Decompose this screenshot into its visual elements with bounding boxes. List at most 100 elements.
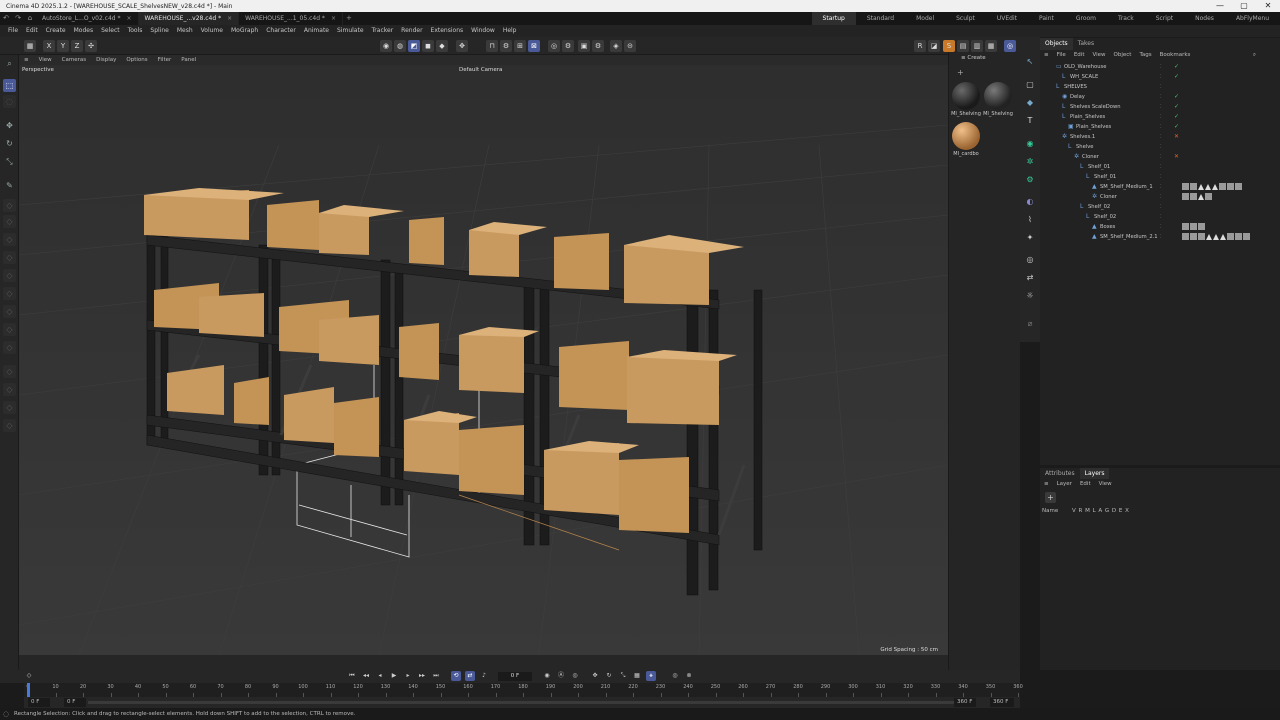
camera-icon[interactable]: ◎: [1024, 254, 1036, 266]
snap-icon[interactable]: ⊓: [486, 40, 498, 52]
om-menu-view[interactable]: View: [1088, 50, 1109, 61]
tool-icon[interactable]: ◇: [3, 323, 16, 336]
tag-material-icon[interactable]: [1198, 233, 1205, 240]
add-layer-button[interactable]: +: [1045, 492, 1056, 503]
object-row[interactable]: ▲ SM_Shelf_Medium_2.1 ⁚: [1040, 232, 1280, 242]
menu-simulate[interactable]: Simulate: [333, 25, 368, 37]
layout-uvedit[interactable]: UVEdit: [986, 12, 1028, 25]
object-name[interactable]: SM_Shelf_Medium_1: [1100, 182, 1153, 192]
enabled-toggle[interactable]: ✕: [1174, 152, 1179, 162]
layout-script[interactable]: Script: [1145, 12, 1184, 25]
points-mode-icon[interactable]: ◍: [394, 40, 406, 52]
layout-standard[interactable]: Standard: [856, 12, 905, 25]
maximize-button[interactable]: ▢: [1232, 0, 1256, 12]
light-icon[interactable]: ✦: [1024, 232, 1036, 244]
menu-tools[interactable]: Tools: [124, 25, 147, 37]
object-name[interactable]: Plain_Shelves: [1076, 122, 1111, 132]
position-key-icon[interactable]: ✥: [590, 671, 600, 681]
layout-startup[interactable]: Startup: [811, 12, 856, 25]
search-icon[interactable]: ⌕: [1249, 50, 1260, 61]
om-menu-bookmarks[interactable]: Bookmarks: [1156, 50, 1195, 61]
close-icon[interactable]: ×: [331, 15, 336, 22]
om-menu-edit[interactable]: Edit: [1070, 50, 1089, 61]
object-row[interactable]: L Shelf_01 ⁚: [1040, 162, 1280, 172]
redshift-icon[interactable]: R: [914, 40, 926, 52]
loop-icon[interactable]: ⟲: [451, 671, 461, 681]
tag-material-icon[interactable]: [1182, 233, 1189, 240]
object-name[interactable]: Shelves.1: [1070, 132, 1095, 142]
tag-triangle-icon[interactable]: [1213, 234, 1219, 240]
current-frame-field[interactable]: 0 F: [498, 672, 532, 681]
enabled-toggle[interactable]: ✓: [1174, 92, 1179, 102]
axis-mode-icon[interactable]: ✥: [456, 40, 468, 52]
select-tool-icon[interactable]: ⬚: [3, 79, 16, 92]
viewport-menu-panel[interactable]: Panel: [176, 55, 201, 65]
menu-render[interactable]: Render: [397, 25, 426, 37]
cursor-icon[interactable]: ↖: [1024, 56, 1036, 68]
render-to-picture-icon[interactable]: ⊝: [624, 40, 636, 52]
tab-attributes[interactable]: Attributes: [1040, 468, 1080, 479]
tag-material-icon[interactable]: [1198, 223, 1205, 230]
visibility-dots[interactable]: ⁚: [1160, 92, 1162, 102]
prev-key-icon[interactable]: ◂◂: [361, 671, 371, 681]
object-row[interactable]: ▭ OLD_Warehouse ⁚ ✓: [1040, 62, 1280, 72]
param-key-icon[interactable]: ▦: [632, 671, 642, 681]
search-icon[interactable]: ⌕: [3, 57, 16, 70]
object-name[interactable]: Cloner: [1082, 152, 1099, 162]
object-row[interactable]: ✲ Shelves.1 ⁚ ✕: [1040, 132, 1280, 142]
object-name[interactable]: Shelf_01: [1088, 162, 1110, 172]
layer-menu-edit[interactable]: Edit: [1076, 479, 1095, 490]
scale-key-icon[interactable]: ⤡: [618, 671, 628, 681]
text-icon[interactable]: T: [1024, 115, 1036, 127]
next-key-icon[interactable]: ▸▸: [417, 671, 427, 681]
hamburger-icon[interactable]: ≡: [1040, 479, 1053, 490]
enabled-toggle[interactable]: ✓: [1174, 112, 1179, 122]
min-frame-field[interactable]: 0 F: [28, 698, 50, 707]
object-row[interactable]: ✲ Cloner ⁚ ✕: [1040, 152, 1280, 162]
z-axis-lock[interactable]: Z: [71, 40, 83, 52]
object-mode-icon[interactable]: ◉: [380, 40, 392, 52]
layout-sculpt[interactable]: Sculpt: [945, 12, 986, 25]
picture-viewer-icon[interactable]: ◈: [610, 40, 622, 52]
menu-file[interactable]: File: [4, 25, 22, 37]
model-mode-icon[interactable]: ▦: [24, 40, 36, 52]
object-row[interactable]: L Shelf_02 ⁚: [1040, 202, 1280, 212]
tag-material-icon[interactable]: [1182, 193, 1189, 200]
object-row[interactable]: L Shelve ⁚: [1040, 142, 1280, 152]
add-material-icon[interactable]: +: [957, 68, 964, 77]
close-icon[interactable]: ×: [227, 15, 232, 22]
object-name[interactable]: Shelves ScaleDown: [1070, 102, 1120, 112]
render-region-icon[interactable]: ▣: [578, 40, 590, 52]
render-settings-icon[interactable]: ⚙: [562, 40, 574, 52]
end-frame-field[interactable]: 360 F: [954, 698, 976, 707]
snap-toggle-icon[interactable]: ◎: [1004, 40, 1016, 52]
menu-animate[interactable]: Animate: [300, 25, 333, 37]
object-name[interactable]: Cloner: [1100, 192, 1117, 202]
layout-nodes[interactable]: Nodes: [1184, 12, 1225, 25]
viewport-menu-view[interactable]: View: [34, 55, 57, 65]
tool-icon[interactable]: ◇: [3, 305, 16, 318]
tag-material-icon[interactable]: [1227, 183, 1234, 190]
object-row[interactable]: ▲ SM_Shelf_Medium_1 ⁚: [1040, 182, 1280, 192]
visibility-dots[interactable]: ⁚: [1160, 152, 1162, 162]
deformer-icon[interactable]: ⚙: [1024, 174, 1036, 186]
tag-material-icon[interactable]: [1182, 223, 1189, 230]
object-row[interactable]: L Shelves ScaleDown ⁚ ✓: [1040, 102, 1280, 112]
generator-icon[interactable]: ◉: [1024, 138, 1036, 150]
menu-edit[interactable]: Edit: [22, 25, 42, 37]
next-frame-icon[interactable]: ▸: [403, 671, 413, 681]
visibility-dots[interactable]: ⁚: [1160, 62, 1162, 72]
layout-paint[interactable]: Paint: [1028, 12, 1065, 25]
tag-triangle-icon[interactable]: [1212, 184, 1218, 190]
go-to-start-icon[interactable]: ⏮: [347, 671, 357, 681]
object-name[interactable]: Boxes: [1100, 222, 1115, 232]
sound-icon[interactable]: ♪: [479, 671, 489, 681]
tab-layers[interactable]: Layers: [1079, 468, 1110, 479]
object-name[interactable]: OLD_Warehouse: [1064, 62, 1106, 72]
tool-icon[interactable]: ◇: [3, 287, 16, 300]
max-frame-field[interactable]: 360 F: [990, 698, 1014, 707]
viewport-menu-filter[interactable]: Filter: [153, 55, 177, 65]
layer-menu-layer[interactable]: Layer: [1053, 479, 1076, 490]
playhead[interactable]: [27, 683, 30, 697]
menu-modes[interactable]: Modes: [70, 25, 97, 37]
